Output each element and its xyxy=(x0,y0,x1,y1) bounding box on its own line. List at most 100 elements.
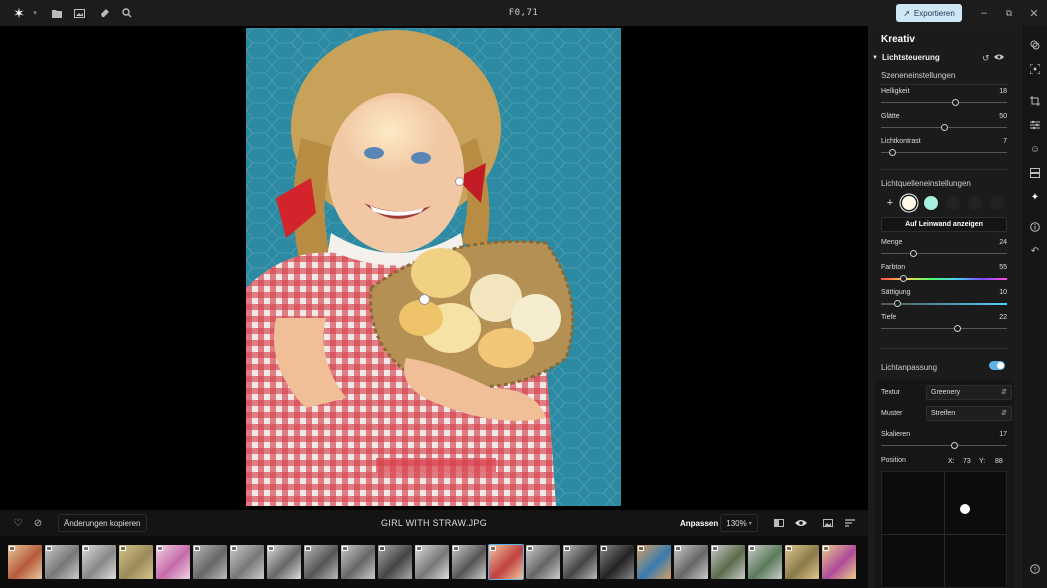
position-handle[interactable] xyxy=(960,504,971,515)
light-color-swatch[interactable] xyxy=(990,196,1004,210)
info-icon[interactable] xyxy=(1027,219,1043,235)
edited-badge-icon xyxy=(712,546,718,551)
reset-icon[interactable]: ↺ xyxy=(982,53,990,64)
film-thumbnail[interactable] xyxy=(378,545,412,579)
light-adjust-toggle[interactable] xyxy=(989,361,1005,370)
add-light-button[interactable]: + xyxy=(883,196,897,210)
light-color-swatch[interactable] xyxy=(946,196,960,210)
heart-icon[interactable]: ♡ xyxy=(10,515,26,531)
pattern-select[interactable]: Streifen ⇵ xyxy=(926,406,1012,421)
slider-knob[interactable] xyxy=(951,99,959,106)
help-icon[interactable]: ? xyxy=(1027,561,1043,577)
film-thumbnail[interactable] xyxy=(674,545,708,579)
film-thumbnail[interactable] xyxy=(8,545,42,579)
export-button[interactable]: ↗ Exportieren xyxy=(896,4,962,22)
light-source-handle[interactable] xyxy=(455,177,464,186)
layers-icon[interactable] xyxy=(1027,37,1043,53)
edited-badge-icon xyxy=(342,546,348,551)
creative-icon[interactable]: ✦ xyxy=(1027,189,1043,205)
eye-icon[interactable] xyxy=(793,515,809,531)
film-thumbnail[interactable] xyxy=(156,545,190,579)
light-color-swatch[interactable] xyxy=(902,196,916,210)
select-subject-icon[interactable] xyxy=(1027,61,1043,77)
film-thumbnail[interactable] xyxy=(785,545,819,579)
slider-track[interactable] xyxy=(881,300,1007,307)
slider-knob[interactable] xyxy=(888,149,896,156)
texture-select[interactable]: Greenery ⇵ xyxy=(926,385,1012,400)
crop-icon[interactable] xyxy=(1027,93,1043,109)
light-source-handle[interactable] xyxy=(419,294,430,305)
minimize-icon[interactable]: – xyxy=(974,4,994,22)
light-color-swatch[interactable] xyxy=(968,196,982,210)
light-source-settings-label: Lichtquelleneinstellungen xyxy=(881,179,971,188)
film-thumbnail[interactable] xyxy=(193,545,227,579)
edited-badge-icon xyxy=(786,546,792,551)
film-thumbnail[interactable] xyxy=(341,545,375,579)
compare-icon[interactable] xyxy=(771,515,787,531)
fit-button[interactable]: Anpassen xyxy=(676,514,722,532)
slider-track[interactable] xyxy=(881,149,1007,156)
slider-track[interactable] xyxy=(881,124,1007,131)
film-thumbnail[interactable] xyxy=(230,545,264,579)
slider-track[interactable] xyxy=(881,99,1007,106)
film-thumbnail[interactable] xyxy=(711,545,745,579)
film-thumbnail[interactable] xyxy=(45,545,79,579)
film-thumbnail[interactable] xyxy=(452,545,486,579)
eraser-icon[interactable] xyxy=(94,2,116,24)
slider-track[interactable] xyxy=(881,275,1007,282)
chevron-down-icon: ▼ xyxy=(872,54,878,61)
copy-changes-button[interactable]: Änderungen kopieren xyxy=(58,514,147,532)
slider-track[interactable] xyxy=(881,250,1007,257)
film-thumbnail[interactable] xyxy=(822,545,856,579)
slider-knob[interactable] xyxy=(900,275,908,282)
folder-icon[interactable] xyxy=(46,2,68,24)
divider xyxy=(881,169,1007,170)
light-color-swatch[interactable] xyxy=(924,196,938,210)
image-view-icon[interactable] xyxy=(820,515,836,531)
film-thumbnail[interactable] xyxy=(267,545,301,579)
film-thumbnail[interactable] xyxy=(637,545,671,579)
scale-slider[interactable] xyxy=(881,442,1007,449)
zoom-select[interactable]: 130% ▾ xyxy=(720,514,758,532)
slider-knob[interactable] xyxy=(954,325,962,332)
presets-icon[interactable] xyxy=(1027,165,1043,181)
show-on-canvas-button[interactable]: Auf Leinwand anzeigen xyxy=(881,217,1007,232)
film-thumbnail[interactable] xyxy=(119,545,153,579)
slider-knob[interactable] xyxy=(910,250,918,257)
slider-value: 7 xyxy=(1003,138,1007,145)
film-thumbnail[interactable] xyxy=(600,545,634,579)
zoom-icon[interactable] xyxy=(116,2,138,24)
slider-label: Glätte xyxy=(881,113,900,120)
restore-icon[interactable]: ⧉ xyxy=(999,4,1019,22)
slider-knob[interactable] xyxy=(940,124,948,131)
position-pad[interactable] xyxy=(881,471,1007,588)
image-canvas[interactable] xyxy=(0,26,868,510)
adjust-icon[interactable] xyxy=(1027,117,1043,133)
slider-knob[interactable] xyxy=(893,300,901,307)
photo[interactable] xyxy=(246,28,621,506)
film-thumbnail[interactable] xyxy=(488,544,524,580)
slider-knob[interactable] xyxy=(950,442,958,449)
sort-icon[interactable] xyxy=(842,515,858,531)
slider-track[interactable] xyxy=(881,325,1007,332)
filmstrip[interactable] xyxy=(0,536,868,588)
close-icon[interactable]: ✕ xyxy=(1024,4,1044,22)
gallery-icon[interactable] xyxy=(68,2,90,24)
film-thumbnail[interactable] xyxy=(748,545,782,579)
history-icon[interactable]: ↶ xyxy=(1027,243,1043,259)
menu-chevron-icon[interactable]: ▾ xyxy=(30,2,40,24)
film-thumbnail[interactable] xyxy=(304,545,338,579)
slider-value: 55 xyxy=(999,264,1007,271)
film-thumbnail[interactable] xyxy=(526,545,560,579)
eye-icon[interactable] xyxy=(994,52,1004,64)
slider-value: 18 xyxy=(999,88,1007,95)
film-thumbnail[interactable] xyxy=(563,545,597,579)
film-thumbnail[interactable] xyxy=(82,545,116,579)
portrait-icon[interactable]: ☺ xyxy=(1027,141,1043,157)
film-thumbnail[interactable] xyxy=(415,545,449,579)
app-logo-icon[interactable]: ✶ xyxy=(8,2,30,24)
light-control-header[interactable]: ▼ Lichtsteuerung xyxy=(872,53,940,62)
export-label: Exportieren xyxy=(913,8,955,18)
reject-icon[interactable]: ⊘ xyxy=(30,515,46,531)
edited-badge-icon xyxy=(823,546,829,551)
